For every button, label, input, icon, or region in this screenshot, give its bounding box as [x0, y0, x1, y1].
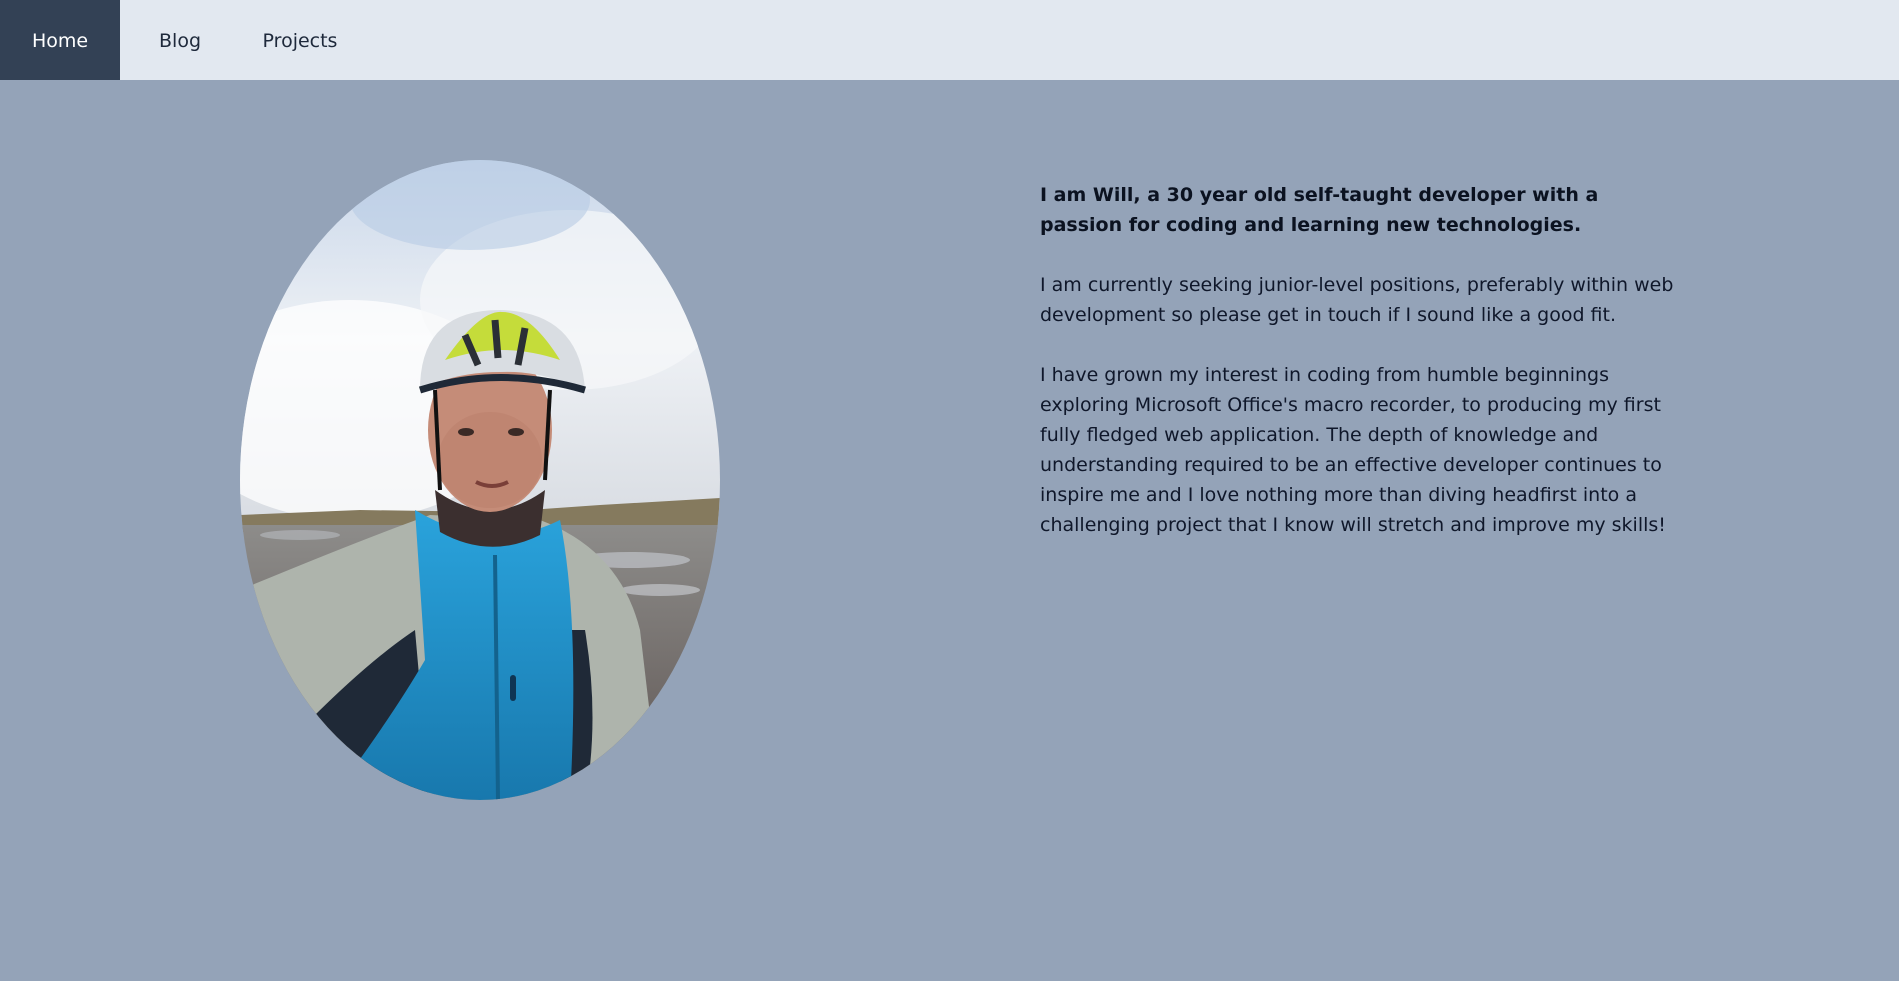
- nav-projects-link[interactable]: Projects: [245, 0, 355, 80]
- top-navbar: Home Blog Projects: [0, 0, 1899, 80]
- bio-seeking: I am currently seeking junior-level posi…: [1040, 274, 1674, 326]
- bio-section: I am Will, a 30 year old self-taught dev…: [1040, 180, 1680, 570]
- profile-photo: [240, 160, 720, 800]
- nav-blog-link[interactable]: Blog: [140, 0, 220, 80]
- bio-story: I have grown my interest in coding from …: [1040, 364, 1666, 536]
- bio-intro: I am Will, a 30 year old self-taught dev…: [1040, 184, 1599, 236]
- nav-home-link[interactable]: Home: [0, 0, 120, 80]
